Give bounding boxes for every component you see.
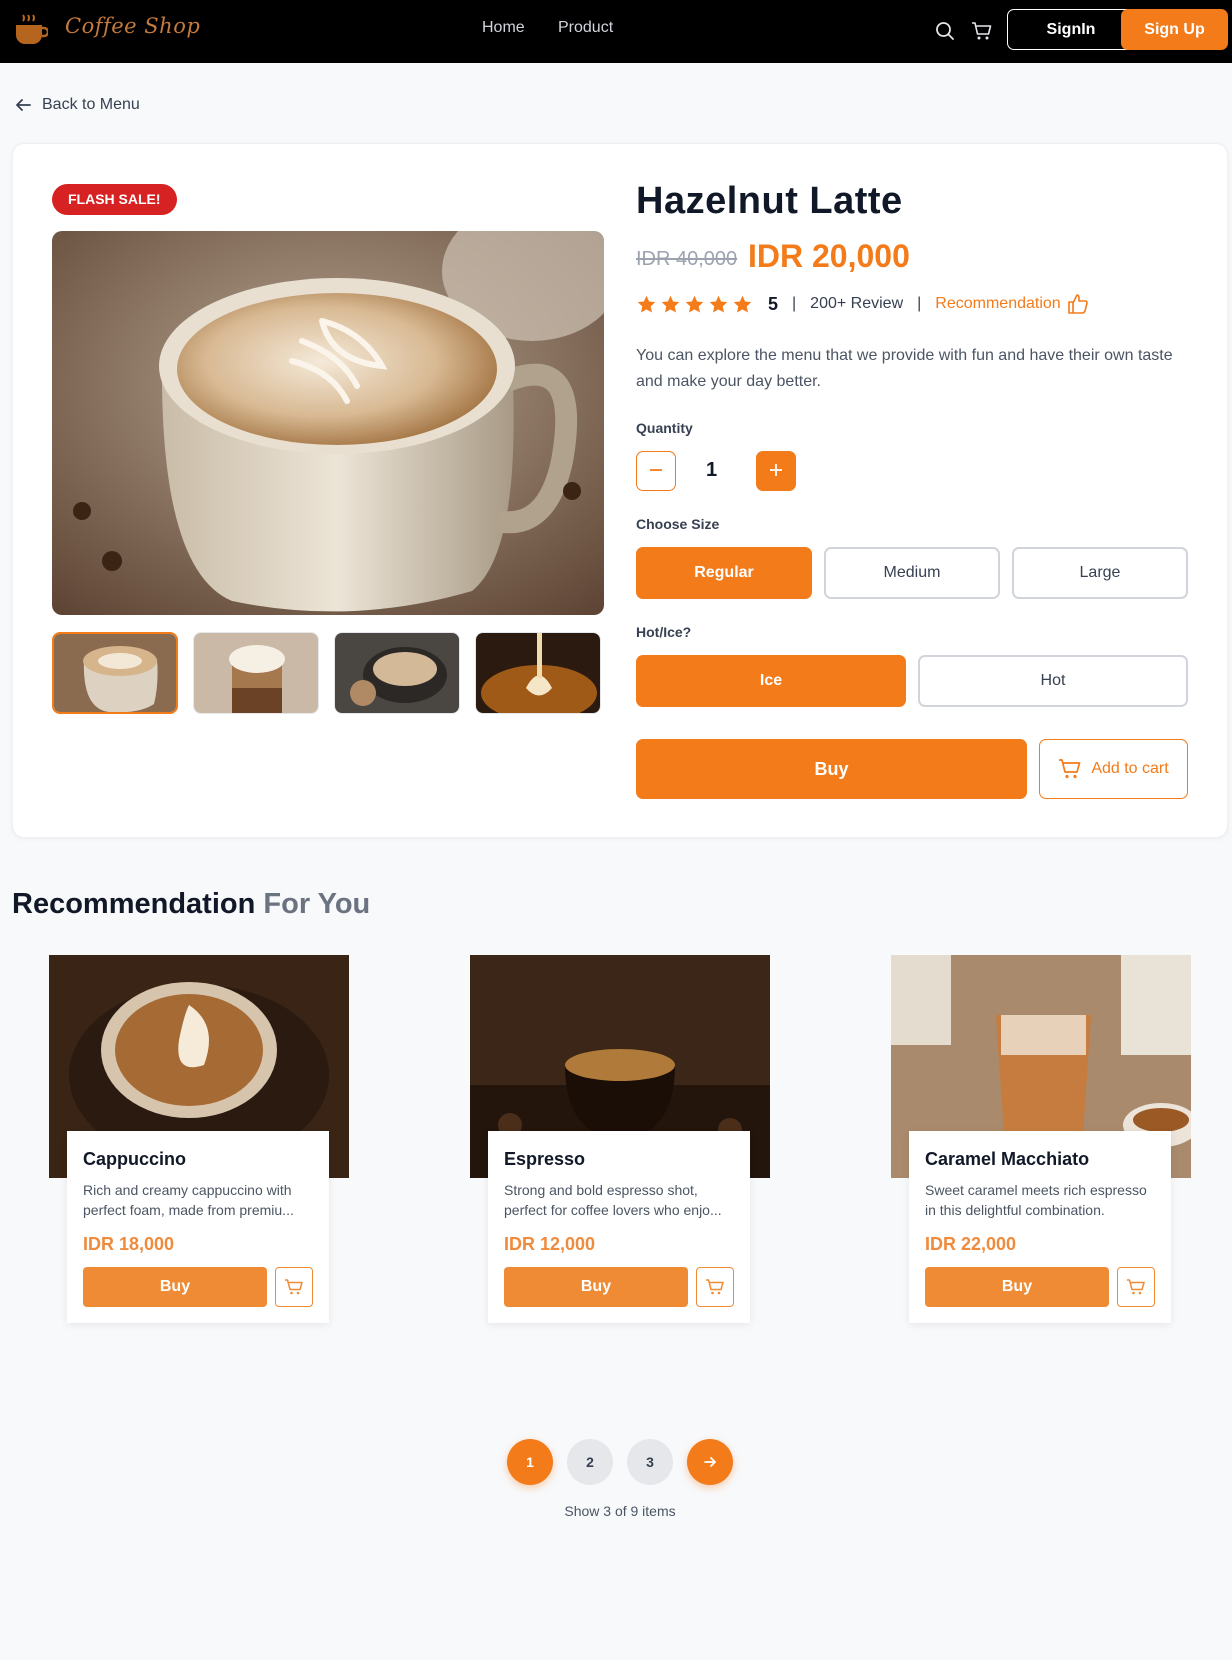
- separator: |: [917, 295, 922, 312]
- star-icon: [733, 295, 752, 312]
- temp-hot-button[interactable]: Hot: [918, 655, 1188, 707]
- review-count[interactable]: 200+ Review: [810, 295, 903, 313]
- thumbnail-1[interactable]: [52, 632, 178, 714]
- top-navbar: Coffee Shop Home Product SignIn Sign Up: [0, 0, 1232, 63]
- thumbnail-2[interactable]: [193, 632, 319, 714]
- minus-icon: [650, 468, 662, 471]
- size-regular-button[interactable]: Regular: [636, 547, 812, 599]
- coffee-cup-logo-icon[interactable]: [14, 13, 48, 47]
- page-3-button[interactable]: 3: [627, 1439, 673, 1485]
- nav-home-link[interactable]: Home: [482, 19, 525, 37]
- quantity-increase-button[interactable]: [756, 451, 796, 491]
- rec-cart-button[interactable]: [1117, 1267, 1155, 1307]
- page-2-button[interactable]: 2: [567, 1439, 613, 1485]
- cart-icon: [706, 1279, 724, 1295]
- cart-icon: [1127, 1279, 1145, 1295]
- arrow-right-icon: [704, 1457, 716, 1467]
- rec-item-name: Espresso: [504, 1149, 586, 1169]
- star-icon: [637, 295, 656, 312]
- back-label: Back to Menu: [42, 96, 140, 113]
- rec-item-name: Caramel Macchiato: [925, 1149, 1090, 1169]
- add-to-cart-button[interactable]: Add to cart: [1039, 739, 1188, 799]
- quantity-label: Quantity: [636, 420, 693, 436]
- cart-icon: [1059, 759, 1081, 779]
- rec-item-price: IDR 22,000: [925, 1234, 1017, 1254]
- thumbnail-4[interactable]: [475, 632, 601, 714]
- product-description: You can explore the menu that we provide…: [636, 347, 1173, 390]
- size-large-button[interactable]: Large: [1012, 547, 1188, 599]
- quantity-value: 1: [706, 459, 718, 481]
- product-main-image: [52, 231, 604, 615]
- brand-logo[interactable]: Coffee Shop: [65, 14, 200, 38]
- rec-buy-button[interactable]: Buy: [83, 1267, 267, 1307]
- cart-icon[interactable]: [971, 20, 993, 42]
- recommendation-card[interactable]: Caramel Macchiato Sweet caramel meets ri…: [909, 1131, 1171, 1323]
- rating-value: 5: [768, 293, 779, 314]
- recommendation-card[interactable]: Cappuccino Rich and creamy cappuccino wi…: [67, 1131, 329, 1323]
- signup-button[interactable]: Sign Up: [1121, 9, 1228, 50]
- rec-item-price: IDR 18,000: [83, 1234, 175, 1254]
- arrow-left-icon: [16, 99, 31, 111]
- sale-price: IDR 20,000: [748, 238, 910, 274]
- recommendation-link[interactable]: Recommendation: [935, 293, 1088, 315]
- recommendation-section-title: Recommendation For You: [12, 888, 370, 921]
- rec-item-desc: Strong and bold espresso shot, perfect f…: [504, 1182, 722, 1218]
- rec-title-suffix: For You: [263, 888, 371, 920]
- flash-sale-badge: FLASH SALE!: [52, 184, 177, 215]
- thumbs-up-icon: [1067, 294, 1088, 314]
- search-icon[interactable]: [934, 20, 956, 42]
- buy-button[interactable]: Buy: [636, 739, 1027, 799]
- rec-title-main: Recommendation: [12, 888, 256, 920]
- size-medium-button[interactable]: Medium: [824, 547, 1000, 599]
- add-to-cart-label: Add to cart: [1091, 760, 1169, 777]
- rec-buy-button[interactable]: Buy: [504, 1267, 688, 1307]
- thumbnail-3[interactable]: [334, 632, 460, 714]
- recommendation-label: Recommendation: [935, 295, 1061, 312]
- product-title: Hazelnut Latte: [636, 180, 903, 222]
- rec-item-price: IDR 12,000: [504, 1234, 596, 1254]
- original-price: IDR 40,000: [636, 248, 738, 270]
- signin-button[interactable]: SignIn: [1007, 9, 1135, 50]
- rec-cart-button[interactable]: [696, 1267, 734, 1307]
- nav-product-link[interactable]: Product: [558, 19, 613, 37]
- star-icon: [661, 295, 680, 312]
- cart-icon: [285, 1279, 303, 1295]
- rating-row: 5 | 200+ Review | Recommendation: [636, 293, 1089, 315]
- rec-buy-button[interactable]: Buy: [925, 1267, 1109, 1307]
- rec-item-desc: Sweet caramel meets rich espresso in thi…: [925, 1182, 1147, 1218]
- plus-icon: [770, 463, 782, 476]
- rec-item-desc: Rich and creamy cappuccino with perfect …: [83, 1182, 294, 1218]
- back-to-menu-link[interactable]: Back to Menu: [14, 96, 140, 114]
- quantity-decrease-button[interactable]: [636, 451, 676, 491]
- rec-item-name: Cappuccino: [83, 1149, 187, 1169]
- star-icon: [709, 295, 728, 312]
- temp-ice-button[interactable]: Ice: [636, 655, 906, 707]
- separator: |: [792, 295, 797, 312]
- page-1-button[interactable]: 1: [507, 1439, 553, 1485]
- recommendation-card[interactable]: Espresso Strong and bold espresso shot, …: [488, 1131, 750, 1323]
- rec-cart-button[interactable]: [275, 1267, 313, 1307]
- next-page-button[interactable]: [687, 1439, 733, 1485]
- star-icon: [685, 295, 704, 312]
- temperature-label: Hot/Ice?: [636, 624, 692, 640]
- size-label: Choose Size: [636, 516, 720, 532]
- pagination-info: Show 3 of 9 items: [564, 1503, 676, 1519]
